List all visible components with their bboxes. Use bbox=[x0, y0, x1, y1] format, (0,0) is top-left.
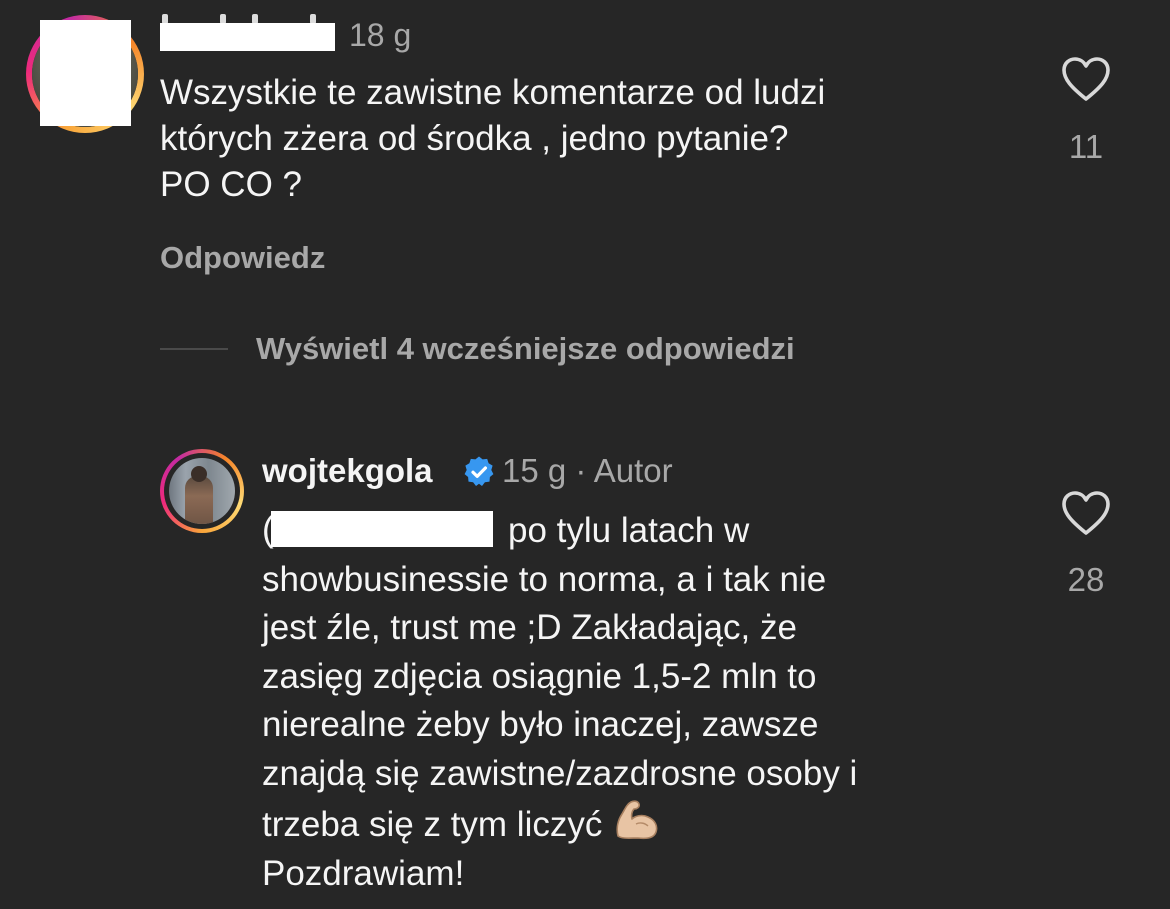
verified-badge-icon bbox=[464, 456, 494, 486]
flexed-biceps-emoji bbox=[616, 800, 658, 840]
avatar-redaction bbox=[40, 20, 131, 126]
reply-text: po tylu latach w showbusinessie to norma… bbox=[262, 507, 1062, 898]
comment-line: Wszystkie te zawistne komentarze od ludz… bbox=[160, 73, 826, 112]
reply-line: zasięg zdjęcia osiągnie 1,5-2 mln to bbox=[262, 656, 817, 696]
reply-line: nierealne żeby było inaczej, zawsze bbox=[262, 705, 819, 744]
thread-divider bbox=[160, 348, 228, 350]
reply-line: jest źle, trust me ;D Zakładając, że bbox=[262, 608, 797, 647]
like-count[interactable]: 11 bbox=[1064, 128, 1108, 166]
heart-outline-icon[interactable] bbox=[1061, 56, 1111, 102]
reply-meta: 15 g · Autor bbox=[502, 452, 673, 489]
reply-line: znajdą się zawistne/zazdrosne osoby i bbox=[262, 753, 858, 793]
author-username[interactable]: wojtekgola bbox=[262, 451, 433, 491]
author-avatar[interactable] bbox=[160, 449, 244, 533]
reply-line: Pozdrawiam! bbox=[262, 853, 465, 893]
view-earlier-replies-button[interactable]: Wyświetl 4 wcześniejsze odpowiedzi bbox=[256, 329, 795, 369]
reply-line: showbusinessie to norma, a i tak nie bbox=[262, 559, 827, 599]
heart-outline-icon[interactable] bbox=[1061, 490, 1111, 536]
reply-button[interactable]: Odpowiedz bbox=[160, 238, 325, 278]
like-count[interactable]: 28 bbox=[1058, 561, 1114, 599]
reply-line: po tylu latach w bbox=[508, 511, 750, 550]
comment-line: których zżera od środka , jedno pytanie? bbox=[160, 119, 789, 158]
reply-line: trzeba się z tym liczyć bbox=[262, 805, 603, 844]
comment-line: PO CO ? bbox=[160, 165, 302, 204]
reply-line-with-emoji: trzeba się z tym liczyć bbox=[262, 798, 1062, 850]
commenter-username-redaction[interactable] bbox=[160, 23, 335, 51]
comment-text: Wszystkie te zawistne komentarze od ludz… bbox=[160, 70, 1040, 208]
comment-timestamp: 18 g bbox=[349, 17, 412, 53]
